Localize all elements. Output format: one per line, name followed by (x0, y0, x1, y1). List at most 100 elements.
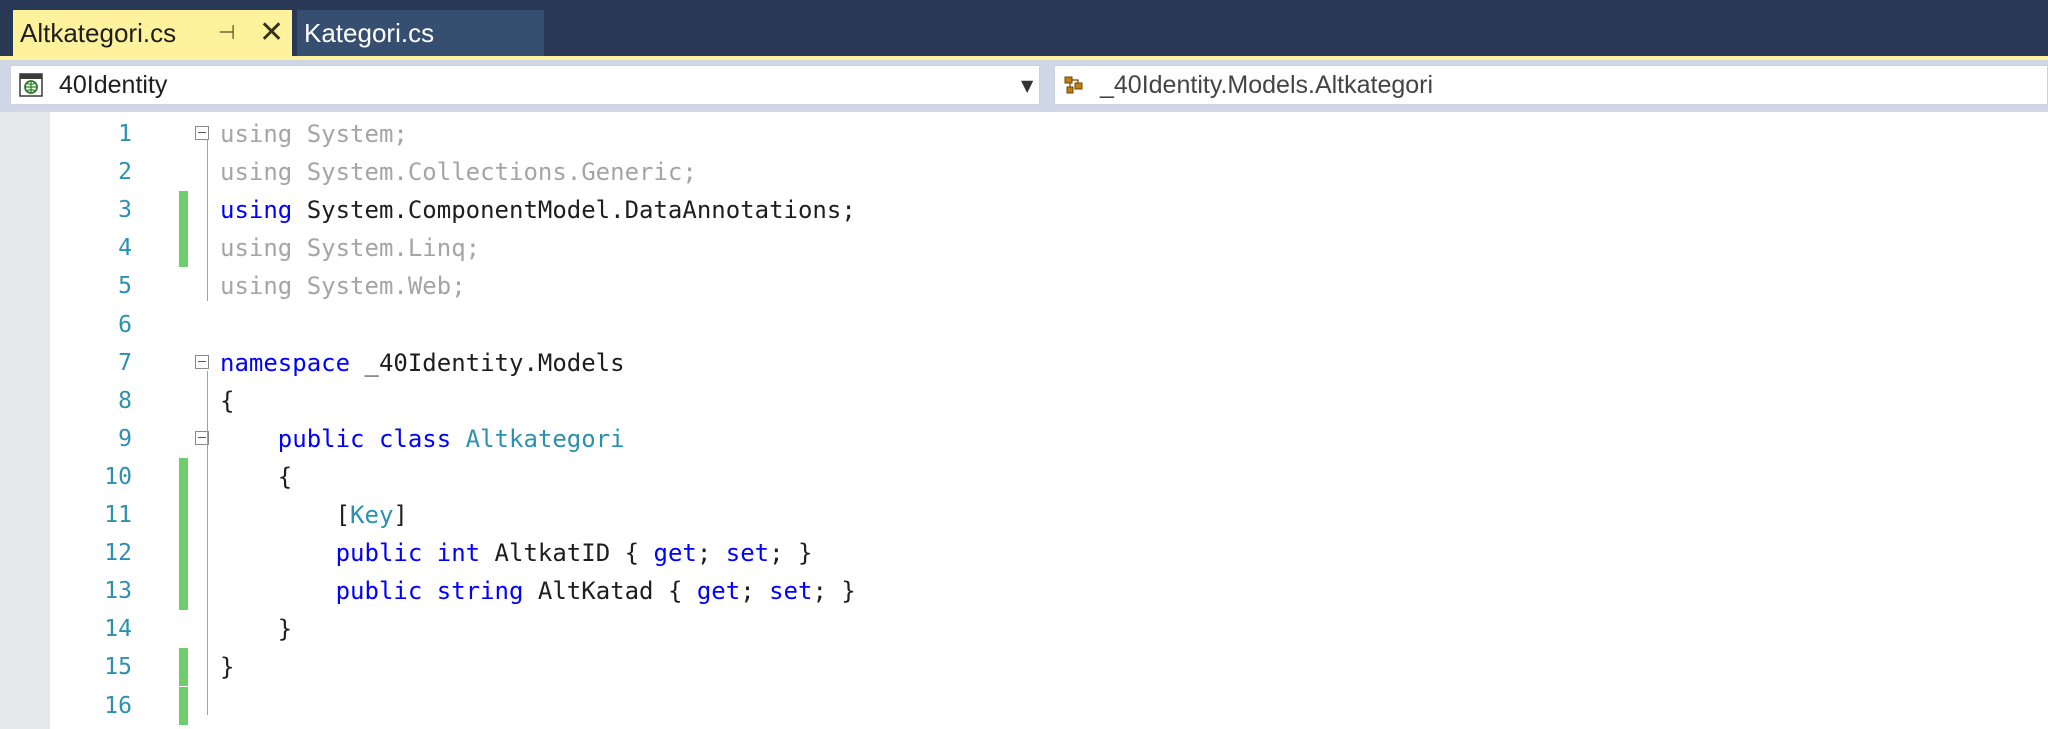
tab-label: Kategori.cs (304, 17, 435, 48)
project-icon (19, 73, 43, 97)
code-text: } (220, 610, 292, 648)
code-token: System.Collections.Generic; (292, 158, 697, 187)
code-line[interactable]: 13 public string AltKatad { get; set; } (0, 572, 2048, 611)
tab-altkategori-cs[interactable]: Altkategori.cs ⊣ ✕ (13, 10, 292, 56)
code-token: System.Web; (292, 272, 466, 301)
line-number: 9 (118, 425, 132, 452)
code-token: class (378, 424, 452, 453)
code-text: { (220, 382, 234, 420)
code-line[interactable]: 15} (0, 648, 2048, 687)
code-line[interactable]: 7 namespace _40Identity.Models (0, 344, 2048, 382)
change-marker (179, 534, 188, 573)
code-editor[interactable]: 1 using System; 2 using System.Collections.… (0, 112, 2048, 729)
code-token: namespace (220, 348, 351, 377)
code-line[interactable]: 16 (0, 686, 2048, 725)
code-token: public (335, 577, 423, 606)
code-text: public int AltkatID { get; set; } (220, 534, 813, 572)
code-line[interactable]: 1 using System; (0, 115, 2048, 153)
code-line[interactable]: 14 } (0, 610, 2048, 648)
line-number: 1 (118, 121, 132, 147)
code-token: { (220, 386, 235, 415)
line-number: 7 (118, 349, 132, 376)
code-text: public string AltKatad { get; set; } (220, 572, 856, 610)
code-line[interactable]: 12 public int AltkatID { get; set; } (0, 534, 2048, 573)
code-text: using System; (220, 115, 408, 153)
line-number: 15 (104, 654, 132, 681)
tab-label: Altkategori.cs (20, 17, 177, 48)
collapse-icon[interactable] (195, 126, 209, 140)
code-token: set (725, 539, 770, 568)
code-token: get (653, 539, 697, 568)
code-token: System.ComponentModel.DataAnnotations; (292, 196, 856, 225)
code-text: public class Altkategori (220, 420, 625, 458)
code-token: ; (696, 539, 726, 568)
class-icon (1064, 76, 1083, 94)
code-token: System.Linq; (292, 234, 481, 263)
line-number: 11 (104, 502, 132, 528)
navigation-bar: 40Identity ▼ _40Identity.Models.Altkateg… (0, 60, 2048, 112)
code-line[interactable]: 9 public class Altkategori (0, 420, 2048, 458)
line-number: 4 (118, 235, 132, 262)
fold-guide-class (207, 459, 208, 687)
code-line[interactable]: 3 using System.ComponentModel.DataAnnotat… (0, 191, 2048, 230)
code-token: int (436, 539, 481, 568)
code-line[interactable]: 11 [Key] (0, 496, 2048, 534)
code-line[interactable]: 2 using System.Collections.Generic; (0, 153, 2048, 191)
collapse-icon[interactable] (195, 354, 209, 369)
line-number: 6 (118, 311, 132, 338)
project-dropdown[interactable]: 40Identity ▼ (10, 65, 1040, 105)
code-token: using (220, 158, 293, 187)
code-token: using (220, 234, 293, 263)
fold-guide-usings (207, 139, 208, 301)
code-line[interactable]: 5 using System.Web; (0, 267, 2048, 305)
code-line[interactable]: 10 { (0, 457, 2048, 496)
code-text: namespace _40Identity.Models (220, 344, 625, 382)
code-text: } (220, 648, 234, 686)
code-token: string (436, 577, 524, 606)
code-token: using (220, 120, 293, 148)
pin-icon[interactable]: ⊣ (218, 10, 235, 56)
close-icon[interactable]: ✕ (259, 10, 284, 56)
change-marker (179, 496, 188, 534)
code-text: [Key] (220, 496, 408, 534)
change-marker (179, 229, 188, 268)
code-line[interactable]: 6 (0, 306, 2048, 344)
member-name: _40Identity.Models.Altkategori (1100, 71, 1434, 99)
code-line[interactable]: 8{ (0, 382, 2048, 420)
project-name: 40Identity (59, 71, 168, 99)
line-number: 16 (104, 692, 132, 719)
code-token: AltKatad { (523, 577, 697, 606)
code-token: Altkategori (465, 424, 625, 453)
change-marker (179, 648, 188, 687)
code-token: public (277, 424, 365, 453)
code-text: using System.ComponentModel.DataAnnotati… (220, 191, 856, 229)
change-marker (179, 686, 188, 725)
line-number: 14 (104, 616, 132, 643)
chevron-down-icon[interactable]: ▼ (1021, 66, 1033, 104)
code-token: [ (220, 501, 351, 529)
line-number: 2 (118, 159, 132, 186)
code-token: using (220, 272, 293, 301)
tab-kategori-cs[interactable]: Kategori.cs (297, 10, 544, 56)
line-number: 5 (118, 273, 132, 300)
code-token: ; (740, 577, 770, 606)
code-token: ] (393, 501, 408, 529)
code-token: } (220, 615, 293, 644)
code-text: { (220, 458, 292, 496)
code-text: using System.Web; (220, 267, 466, 305)
code-token: Key (350, 501, 394, 529)
code-line[interactable]: 4 using System.Linq; (0, 229, 2048, 268)
member-dropdown[interactable]: _40Identity.Models.Altkategori (1054, 65, 2048, 105)
code-token: ; } (769, 539, 813, 568)
change-marker (179, 191, 188, 230)
line-number: 8 (118, 387, 132, 414)
code-token: _40Identity.Models (350, 348, 625, 377)
code-text: using System.Linq; (220, 229, 480, 267)
